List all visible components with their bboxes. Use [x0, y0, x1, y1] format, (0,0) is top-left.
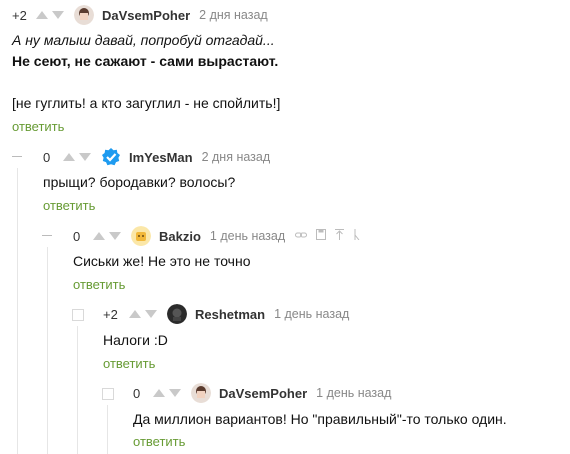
comment-text: Да миллион вариантов! Но "правильный"-то… [133, 411, 507, 427]
user-nick[interactable]: DaVsemPoher [102, 8, 190, 23]
upvote-arrow-icon[interactable] [129, 310, 141, 318]
collapse-toggle[interactable] [72, 309, 84, 321]
comment-line: А ну малыш давай, попробуй отгадай... [12, 32, 275, 48]
avatar[interactable] [74, 5, 94, 25]
downvote-arrow-icon[interactable] [52, 11, 64, 19]
comment-line [12, 72, 280, 93]
reply-link[interactable]: ответить [133, 434, 185, 449]
timestamp[interactable]: 2 дня назад [199, 8, 268, 22]
verified-icon [102, 148, 120, 166]
branch-icon[interactable] [353, 229, 361, 243]
collapse-toggle[interactable] [42, 235, 52, 236]
user-nick[interactable]: ImYesMan [129, 150, 193, 165]
upload-icon[interactable] [335, 229, 345, 243]
reply-link[interactable]: ответить [73, 277, 125, 292]
reply-link[interactable]: ответить [12, 119, 64, 134]
reply-link[interactable]: ответить [43, 198, 95, 213]
collapse-toggle[interactable] [12, 156, 22, 157]
reply-link[interactable]: ответить [103, 356, 155, 371]
thread-line[interactable] [17, 168, 18, 454]
avatar[interactable] [191, 383, 211, 403]
rating: +2 [103, 306, 118, 322]
timestamp[interactable]: 2 дня назад [202, 150, 271, 164]
rating: +2 [12, 7, 27, 23]
thread-line[interactable] [107, 405, 108, 454]
thread-line[interactable] [77, 326, 78, 454]
rating: 0 [73, 228, 81, 244]
user-nick[interactable]: DaVsemPoher [219, 386, 307, 401]
comment-text: прыщи? бородавки? волосы? [43, 174, 236, 190]
collapse-toggle[interactable] [102, 388, 114, 400]
save-icon[interactable] [316, 229, 327, 243]
upvote-arrow-icon[interactable] [93, 232, 105, 240]
downvote-arrow-icon[interactable] [145, 310, 157, 318]
comment-line: Не сеют, не сажают - сами вырастают. [12, 53, 279, 69]
rating: 0 [133, 385, 141, 401]
timestamp[interactable]: 1 день назад [274, 307, 349, 321]
rating: 0 [43, 149, 51, 165]
comment-text: Налоги :D [103, 332, 168, 348]
avatar[interactable] [131, 226, 151, 246]
downvote-arrow-icon[interactable] [109, 232, 121, 240]
user-nick[interactable]: Bakzio [159, 229, 201, 244]
avatar[interactable] [167, 304, 187, 324]
upvote-arrow-icon[interactable] [63, 153, 75, 161]
thread-line[interactable] [47, 247, 48, 454]
timestamp[interactable]: 1 день назад [210, 229, 285, 243]
timestamp[interactable]: 1 день назад [316, 386, 391, 400]
upvote-arrow-icon[interactable] [36, 11, 48, 19]
downvote-arrow-icon[interactable] [169, 389, 181, 397]
comment-line: [не гуглить! а кто загуглил - не спойлит… [12, 95, 281, 111]
upvote-arrow-icon[interactable] [153, 389, 165, 397]
comment-text: Сиськи же! Не это не точно [73, 253, 251, 269]
link-icon[interactable] [295, 230, 308, 243]
user-nick[interactable]: Reshetman [195, 307, 265, 322]
downvote-arrow-icon[interactable] [79, 153, 91, 161]
